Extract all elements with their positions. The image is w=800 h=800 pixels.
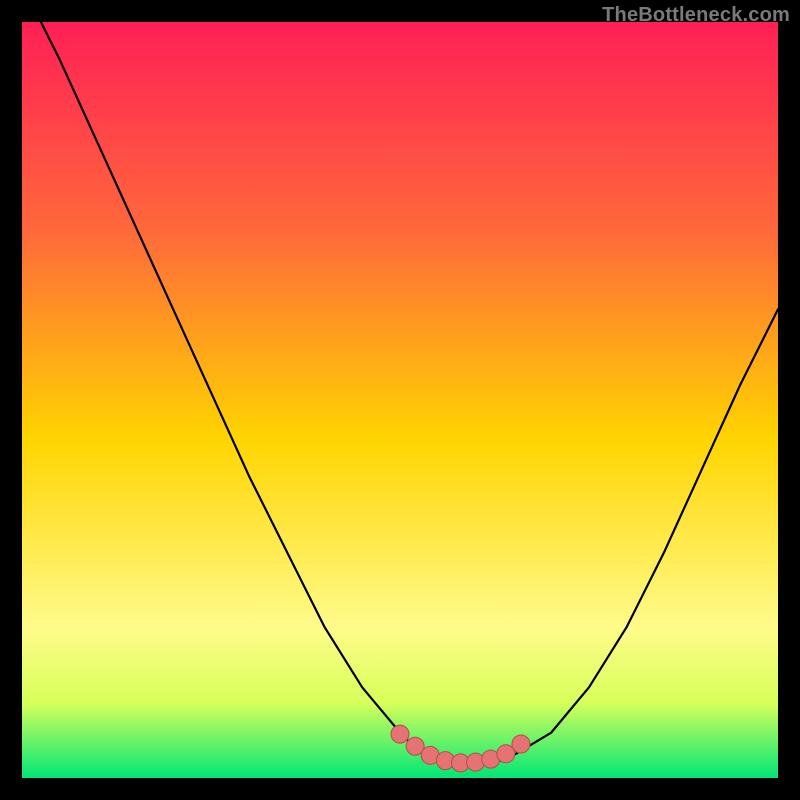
curve-marker [497, 745, 515, 763]
watermark-label: TheBottleneck.com [602, 4, 790, 27]
curve-marker [391, 725, 409, 743]
chart-frame: TheBottleneck.com [0, 0, 800, 800]
curve-marker [512, 735, 530, 753]
gradient-background [22, 22, 778, 778]
chart-svg [22, 22, 778, 778]
chart-plot [22, 22, 778, 778]
